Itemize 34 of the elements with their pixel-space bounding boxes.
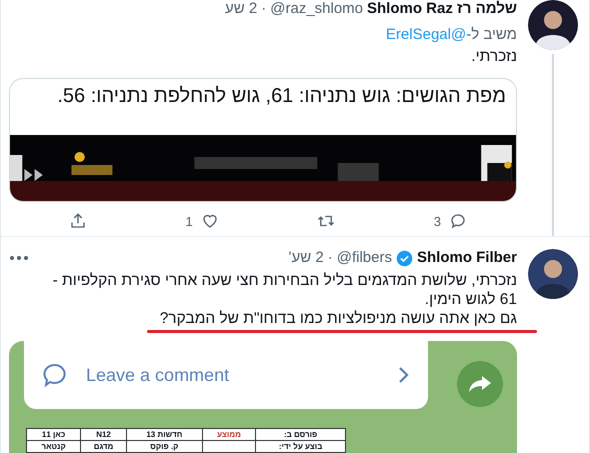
tweet-time[interactable]: 2 שע [225, 0, 258, 18]
more-icon[interactable] [9, 255, 29, 261]
table-cell: קנטאר [26, 440, 81, 452]
author-handle[interactable]: @filbers [336, 249, 392, 267]
separator-dot: · [261, 0, 266, 18]
link-card[interactable]: מפת הגושים: גוש נתניהו: 61, גוש להחלפת נתניהו: 56. [9, 78, 517, 202]
table-cell: חדשות 13 [126, 428, 202, 440]
tweet-text: נזכרתי. [470, 47, 517, 66]
author-handle[interactable]: @raz_shlomo [270, 0, 364, 18]
share-icon[interactable] [69, 212, 88, 230]
reply-count: 3 [434, 214, 441, 228]
table-cell: N12 [80, 428, 126, 440]
avatar[interactable] [528, 249, 578, 299]
table-cell: פורסם ב: [256, 428, 346, 440]
table-cell: ממוצע [202, 428, 256, 440]
speech-bubble-icon [42, 362, 68, 388]
tweet-time[interactable]: 2 שע’ [288, 249, 324, 267]
like-count: 1 [186, 214, 193, 228]
author-name[interactable]: שלמה רז Shlomo Raz [367, 0, 517, 18]
reply-icon[interactable] [449, 212, 467, 230]
chevron-icon [398, 366, 410, 384]
table-cell: מדגם [80, 440, 126, 452]
author-name[interactable]: Shlomo Filber [416, 249, 517, 267]
comment-label: Leave a comment [86, 364, 230, 386]
table-cell: כאן 11 [26, 428, 81, 440]
forward-arrow-icon [468, 375, 492, 393]
tweet-text: נזכרתי, שלושת המדגמים בליל הבחירות חצי שעה אחרי סגירת הקלפיות - 61 לגוש הימין. גם כאן אתה עושה מניפולציות כמו בדוחו"ת של המבקר? [52, 271, 517, 328]
replying-to-label: משיב ל- [466, 26, 517, 43]
heart-icon[interactable] [200, 212, 219, 230]
avatar[interactable] [528, 0, 578, 50]
table-cell: ק. פוקס [126, 440, 202, 452]
separator-dot: · [328, 249, 333, 267]
table-cell: בוצע על ידי: [256, 440, 346, 452]
card-title: מפת הגושים: גוש נתניהו: 61, גוש להחלפת נתניהו: 56. [56, 84, 507, 109]
